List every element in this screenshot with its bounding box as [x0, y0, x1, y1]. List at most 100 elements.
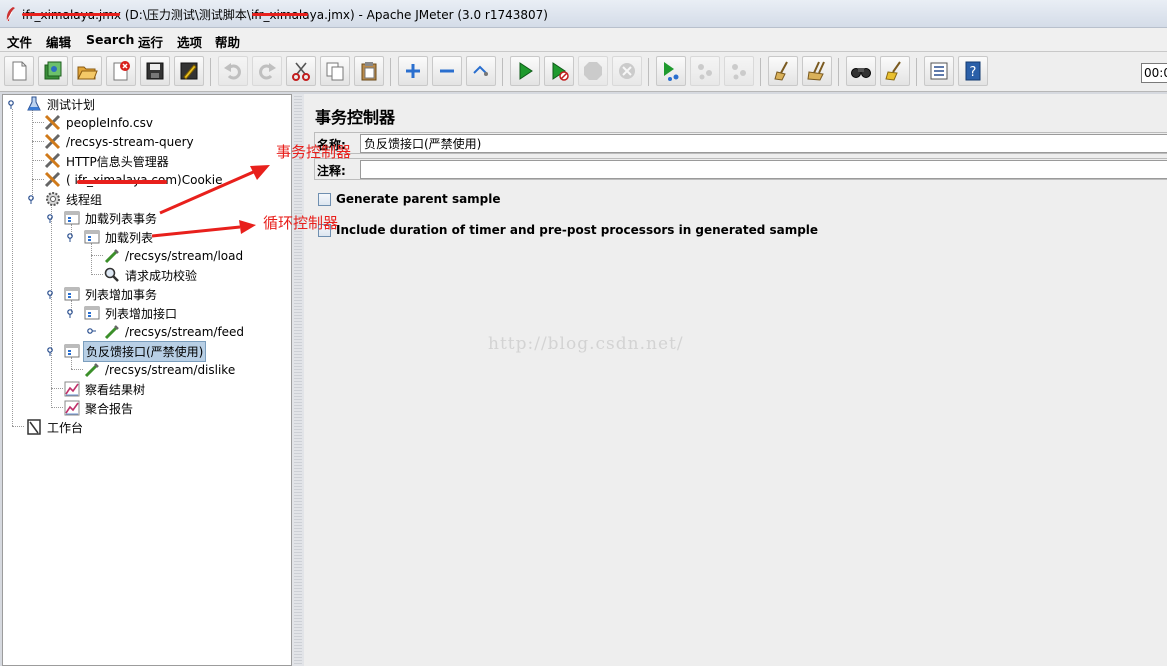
start-button[interactable]: [510, 56, 540, 86]
tree-node-response-assertion[interactable]: 请求成功校验: [103, 266, 199, 284]
shutdown-button[interactable]: [612, 56, 642, 86]
remote-exit-all-button[interactable]: [724, 56, 754, 86]
comment-field-row: 注释:: [314, 158, 1167, 180]
config-element-icon: [44, 114, 61, 131]
paste-button[interactable]: [354, 56, 384, 86]
redo-button[interactable]: [252, 56, 282, 86]
tree-node-dislike-transaction[interactable]: 负反馈接口(严禁使用): [63, 340, 207, 362]
start-icon: [519, 62, 533, 80]
clear-icon: [774, 61, 788, 81]
start-no-pause-icon: [552, 62, 569, 81]
expand-handle-icon[interactable]: [47, 290, 56, 299]
tree-node-thread-group[interactable]: 线程组: [44, 190, 104, 208]
tree-connector: [51, 388, 63, 389]
function-helper-icon: [930, 62, 948, 80]
tree-node-csv-config[interactable]: peopleInfo.csv: [44, 114, 155, 132]
generate-parent-sample-label: Generate parent sample: [336, 192, 501, 206]
tree-node-header-manager[interactable]: HTTP信息头管理器: [44, 152, 171, 170]
expand-handle-icon[interactable]: [47, 214, 56, 223]
tree-node-load-sampler[interactable]: /recsys/stream/load: [103, 247, 245, 265]
new-button[interactable]: [4, 56, 34, 86]
expand-icon: [406, 64, 420, 78]
annotation-loop-controller: 循环控制器: [263, 214, 339, 232]
generate-parent-sample-option[interactable]: Generate parent sample: [318, 190, 501, 208]
expand-handle-icon[interactable]: [8, 100, 17, 109]
reset-search-icon: [885, 61, 901, 81]
expand-handle-icon[interactable]: [67, 233, 76, 242]
cut-button[interactable]: [286, 56, 316, 86]
tree-node-feed-sampler[interactable]: /recsys/stream/feed: [103, 323, 246, 341]
collapse-handle-icon[interactable]: [87, 327, 96, 336]
jmeter-window: ifr_ximalaya.jmx (D:\压力测试\测试脚本\ifr_ximal…: [0, 0, 1167, 666]
save-button[interactable]: [140, 56, 170, 86]
clear-button[interactable]: [768, 56, 798, 86]
tree-node-dislike-sampler[interactable]: /recsys/stream/dislike: [83, 361, 237, 379]
copy-button[interactable]: [320, 56, 350, 86]
open-button[interactable]: [72, 56, 102, 86]
include-timer-duration-option[interactable]: Include duration of timer and pre-post p…: [318, 221, 818, 239]
close-file-button[interactable]: [106, 56, 136, 86]
tree-node-load-transaction[interactable]: 加载列表事务: [63, 209, 159, 227]
tree-node-results-tree[interactable]: 察看结果树: [63, 380, 147, 398]
test-plan-tree[interactable]: 测试计划 peopleInfo.csv /recsys-stream-query…: [2, 94, 292, 666]
clear-all-icon: [807, 61, 825, 81]
controller-icon: [64, 211, 80, 225]
tree-connector: [91, 274, 103, 275]
menu-run[interactable]: 运行: [138, 32, 163, 51]
tree-node-workbench[interactable]: 工作台: [25, 418, 85, 436]
toolbar-separator: [648, 58, 649, 86]
tree-connector: [32, 179, 44, 180]
menu-file[interactable]: 文件: [7, 32, 32, 51]
remote-stop-all-button[interactable]: [690, 56, 720, 86]
menu-edit[interactable]: 编辑: [46, 32, 71, 51]
workbench-icon: [27, 419, 41, 435]
tree-connector: [32, 160, 44, 161]
undo-button[interactable]: [218, 56, 248, 86]
save-as-button[interactable]: [174, 56, 204, 86]
expand-handle-icon[interactable]: [47, 347, 56, 356]
help-button[interactable]: ?: [958, 56, 988, 86]
generate-parent-sample-checkbox[interactable]: [318, 192, 331, 206]
save-as-icon: [180, 62, 198, 80]
reset-search-button[interactable]: [880, 56, 910, 86]
tree-node-add-transaction[interactable]: 列表增加事务: [63, 285, 159, 303]
expand-handle-icon[interactable]: [67, 309, 76, 318]
expand-all-button[interactable]: [398, 56, 428, 86]
tree-node-http-defaults[interactable]: /recsys-stream-query: [44, 133, 196, 151]
remote-stop-icon: [698, 64, 712, 80]
clear-all-button[interactable]: [802, 56, 832, 86]
menu-search[interactable]: Search: [86, 32, 134, 47]
controller-icon: [64, 287, 80, 301]
name-input[interactable]: [360, 134, 1167, 153]
collapse-all-button[interactable]: [432, 56, 462, 86]
tree-connector: [12, 109, 13, 426]
tree-connector: [51, 407, 63, 408]
start-no-pauses-button[interactable]: [544, 56, 574, 86]
function-helper-button[interactable]: [924, 56, 954, 86]
tree-node-load-loop[interactable]: 加载列表: [83, 228, 155, 246]
tree-connector: [91, 255, 103, 256]
shutdown-icon: [619, 63, 635, 79]
comment-label: 注释:: [317, 164, 346, 178]
stop-button[interactable]: [578, 56, 608, 86]
comment-input[interactable]: [360, 160, 1167, 179]
tree-node-test-plan[interactable]: 测试计划: [25, 95, 97, 113]
toolbar-separator: [210, 58, 211, 86]
menu-help[interactable]: 帮助: [215, 32, 240, 51]
panel-splitter[interactable]: [292, 94, 304, 666]
tree-node-aggregate-report[interactable]: 聚合报告: [63, 399, 135, 417]
tree-connector: [51, 205, 52, 408]
expand-handle-icon[interactable]: [28, 195, 37, 204]
templates-icon: [44, 61, 62, 80]
menu-options[interactable]: 选项: [177, 32, 202, 51]
search-button[interactable]: [846, 56, 876, 86]
templates-button[interactable]: [38, 56, 68, 86]
toolbar-separator: [390, 58, 391, 86]
toolbar-separator: [760, 58, 761, 86]
toggle-button[interactable]: [466, 56, 496, 86]
cut-icon: [292, 62, 310, 81]
tree-connector: [71, 369, 83, 370]
tree-node-add-loop[interactable]: 列表增加接口: [83, 304, 179, 322]
test-plan-icon: [27, 96, 41, 111]
remote-start-all-button[interactable]: [656, 56, 686, 86]
